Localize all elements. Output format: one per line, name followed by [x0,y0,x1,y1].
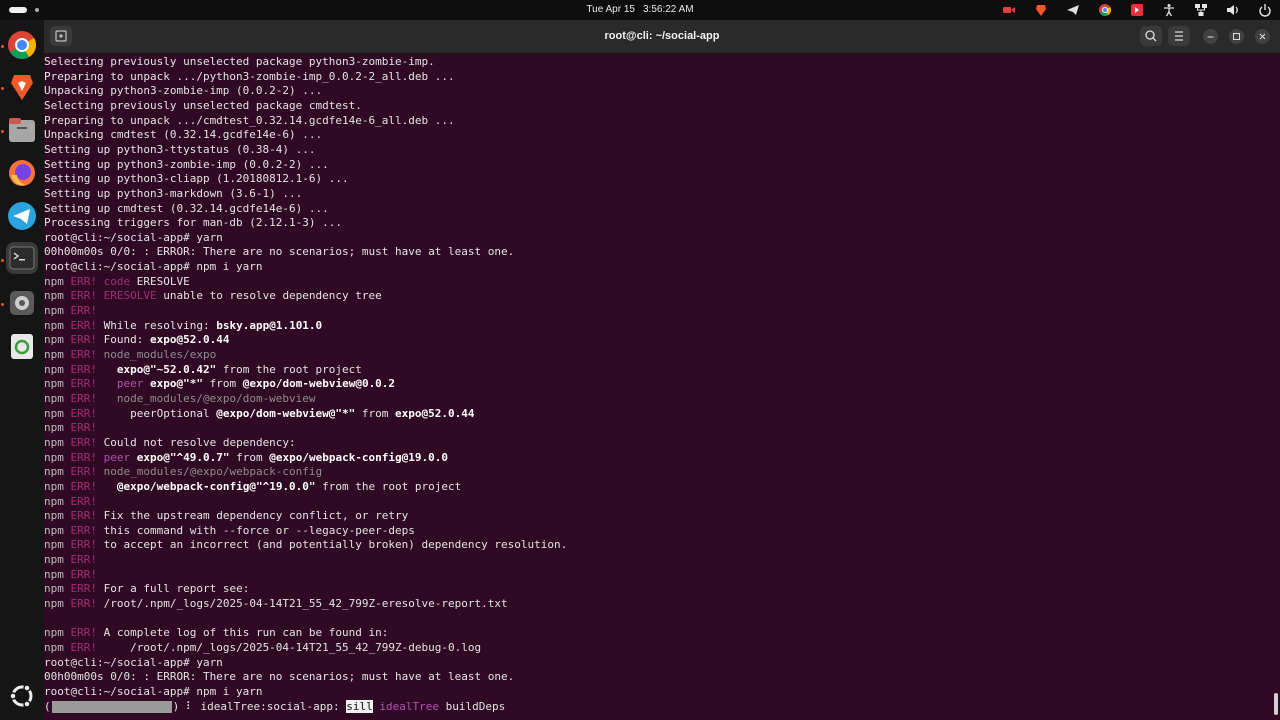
terminal-line: root@cli:~/social-app# yarn [44,655,223,669]
terminal-line: () ⠇ idealTree:social-app: sill idealTre… [44,699,506,713]
terminal-line: npm ERR! Found: expo@52.0.44 [44,333,230,347]
running-indicator [1,259,4,262]
terminal-line: npm ERR! Fix the upstream dependency con… [44,509,409,523]
terminal-line: Selecting previously unselected package … [44,98,362,112]
brave-icon[interactable] [6,71,38,103]
ubuntu-apps-icon[interactable] [6,680,38,712]
close-button[interactable] [1255,29,1270,44]
terminal-line: root@cli:~/social-app# yarn [44,230,223,244]
terminal-line: npm ERR! node_modules/@expo/webpack-conf… [44,465,323,479]
chrome-icon[interactable] [6,29,38,61]
brave-tray-icon[interactable] [1034,3,1048,17]
terminal-line: Unpacking cmdtest (0.32.14.gcdfe14e-6) .… [44,128,323,142]
window-title: root@cli: ~/social-app [604,30,720,42]
minimize-button[interactable] [1203,29,1218,44]
network-icon[interactable] [1194,3,1208,17]
terminal-line: Setting up python3-cliapp (1.20180812.1-… [44,172,349,186]
accessibility-icon[interactable] [1162,3,1176,17]
terminal-line: npm ERR! code ERESOLVE [44,274,190,288]
telegram-tray-icon[interactable] [1066,3,1080,17]
terminal-line: npm ERR! While resolving: bsky.app@1.101… [44,318,323,332]
terminal-line: npm ERR! to accept an incorrect (and pot… [44,538,568,552]
settings-icon[interactable] [6,287,38,319]
terminal-line: 00h00m00s 0/0: : ERROR: There are no sce… [44,245,515,259]
terminal-line: root@cli:~/social-app# npm i yarn [44,260,263,274]
files-icon[interactable] [6,114,38,146]
terminal-line: 00h00m00s 0/0: : ERROR: There are no sce… [44,670,515,684]
dock [0,20,44,720]
terminal-line: npm ERR! For a full report see: [44,582,250,596]
menu-button[interactable] [1168,26,1190,46]
terminal-line: Setting up python3-markdown (3.6-1) ... [44,186,303,200]
chrome-tray-icon[interactable] [1098,3,1112,17]
terminal-line: Setting up python3-ttystatus (0.38-4) ..… [44,142,316,156]
terminal-line: root@cli:~/social-app# npm i yarn [44,684,263,698]
progress-bar [51,700,172,713]
maximize-button[interactable] [1229,29,1244,44]
running-indicator [1,303,4,306]
terminal-line: Selecting previously unselected package … [44,55,435,68]
anydesk-icon[interactable] [1130,3,1144,17]
terminal-line: Setting up python3-zombie-imp (0.0.2-2) … [44,157,329,171]
volume-icon[interactable] [1226,3,1240,17]
terminal-line: Unpacking python3-zombie-imp (0.0.2-2) .… [44,84,323,98]
terminal-line: npm ERR! [44,304,97,318]
search-button[interactable] [1140,26,1162,46]
top-bar: Tue Apr 15 3:56:22 AM [0,0,1280,20]
terminal-line: Preparing to unpack .../python3-zombie-i… [44,69,455,83]
terminal-line: Processing triggers for man-db (2.12.1-3… [44,216,343,230]
clock-date: Tue Apr 15 [586,4,635,15]
running-indicator [1,87,4,90]
scrollbar-thumb[interactable] [1274,693,1278,715]
screen-record-icon[interactable] [1002,3,1016,17]
trash-icon[interactable] [6,330,38,362]
terminal-line: npm ERR! peerOptional @expo/dom-webview@… [44,406,475,420]
firefox-icon[interactable] [6,157,38,189]
terminal-line: npm ERR! /root/.npm/_logs/2025-04-14T21_… [44,597,508,611]
telegram-icon[interactable] [6,200,38,232]
terminal-line: npm ERR! [44,421,97,435]
terminal-icon[interactable] [6,242,38,274]
terminal-output[interactable]: Selecting previously unselected package … [44,54,1280,720]
terminal-line: npm ERR! node_modules/expo [44,348,217,361]
terminal-line: npm ERR! [44,567,97,581]
terminal-line: npm ERR! node_modules/@expo/dom-webview [44,391,316,405]
running-indicator [1,45,4,48]
terminal-line: npm ERR! @expo/webpack-config@"^19.0.0" … [44,479,462,493]
power-icon[interactable] [1258,3,1272,17]
running-indicator [1,130,4,133]
terminal-line: npm ERR! /root/.npm/_logs/2025-04-14T21_… [44,641,482,654]
terminal-line: npm ERR! this command with --force or --… [44,523,415,537]
terminal-line: npm ERR! expo@"~52.0.42" from the root p… [44,362,362,376]
window-titlebar[interactable]: root@cli: ~/social-app [44,20,1280,54]
terminal-line: npm ERR! peer expo@"^49.0.7" from @expo/… [44,450,449,464]
terminal-line: npm ERR! A complete log of this run can … [44,626,389,640]
terminal-line: npm ERR! Could not resolve dependency: [44,435,296,449]
system-tray [984,3,1272,17]
terminal-line: npm ERR! ERESOLVE unable to resolve depe… [44,289,382,303]
terminal-line: npm ERR! peer expo@"*" from @expo/dom-we… [44,377,396,391]
terminal-line: Preparing to unpack .../cmdtest_0.32.14.… [44,113,455,127]
clock-time: 3:56:22 AM [642,4,694,15]
terminal-line: npm ERR! [44,494,97,508]
terminal-line: Setting up cmdtest (0.32.14.gcdfe14e-6) … [44,201,329,215]
terminal-line: npm ERR! [44,553,97,567]
